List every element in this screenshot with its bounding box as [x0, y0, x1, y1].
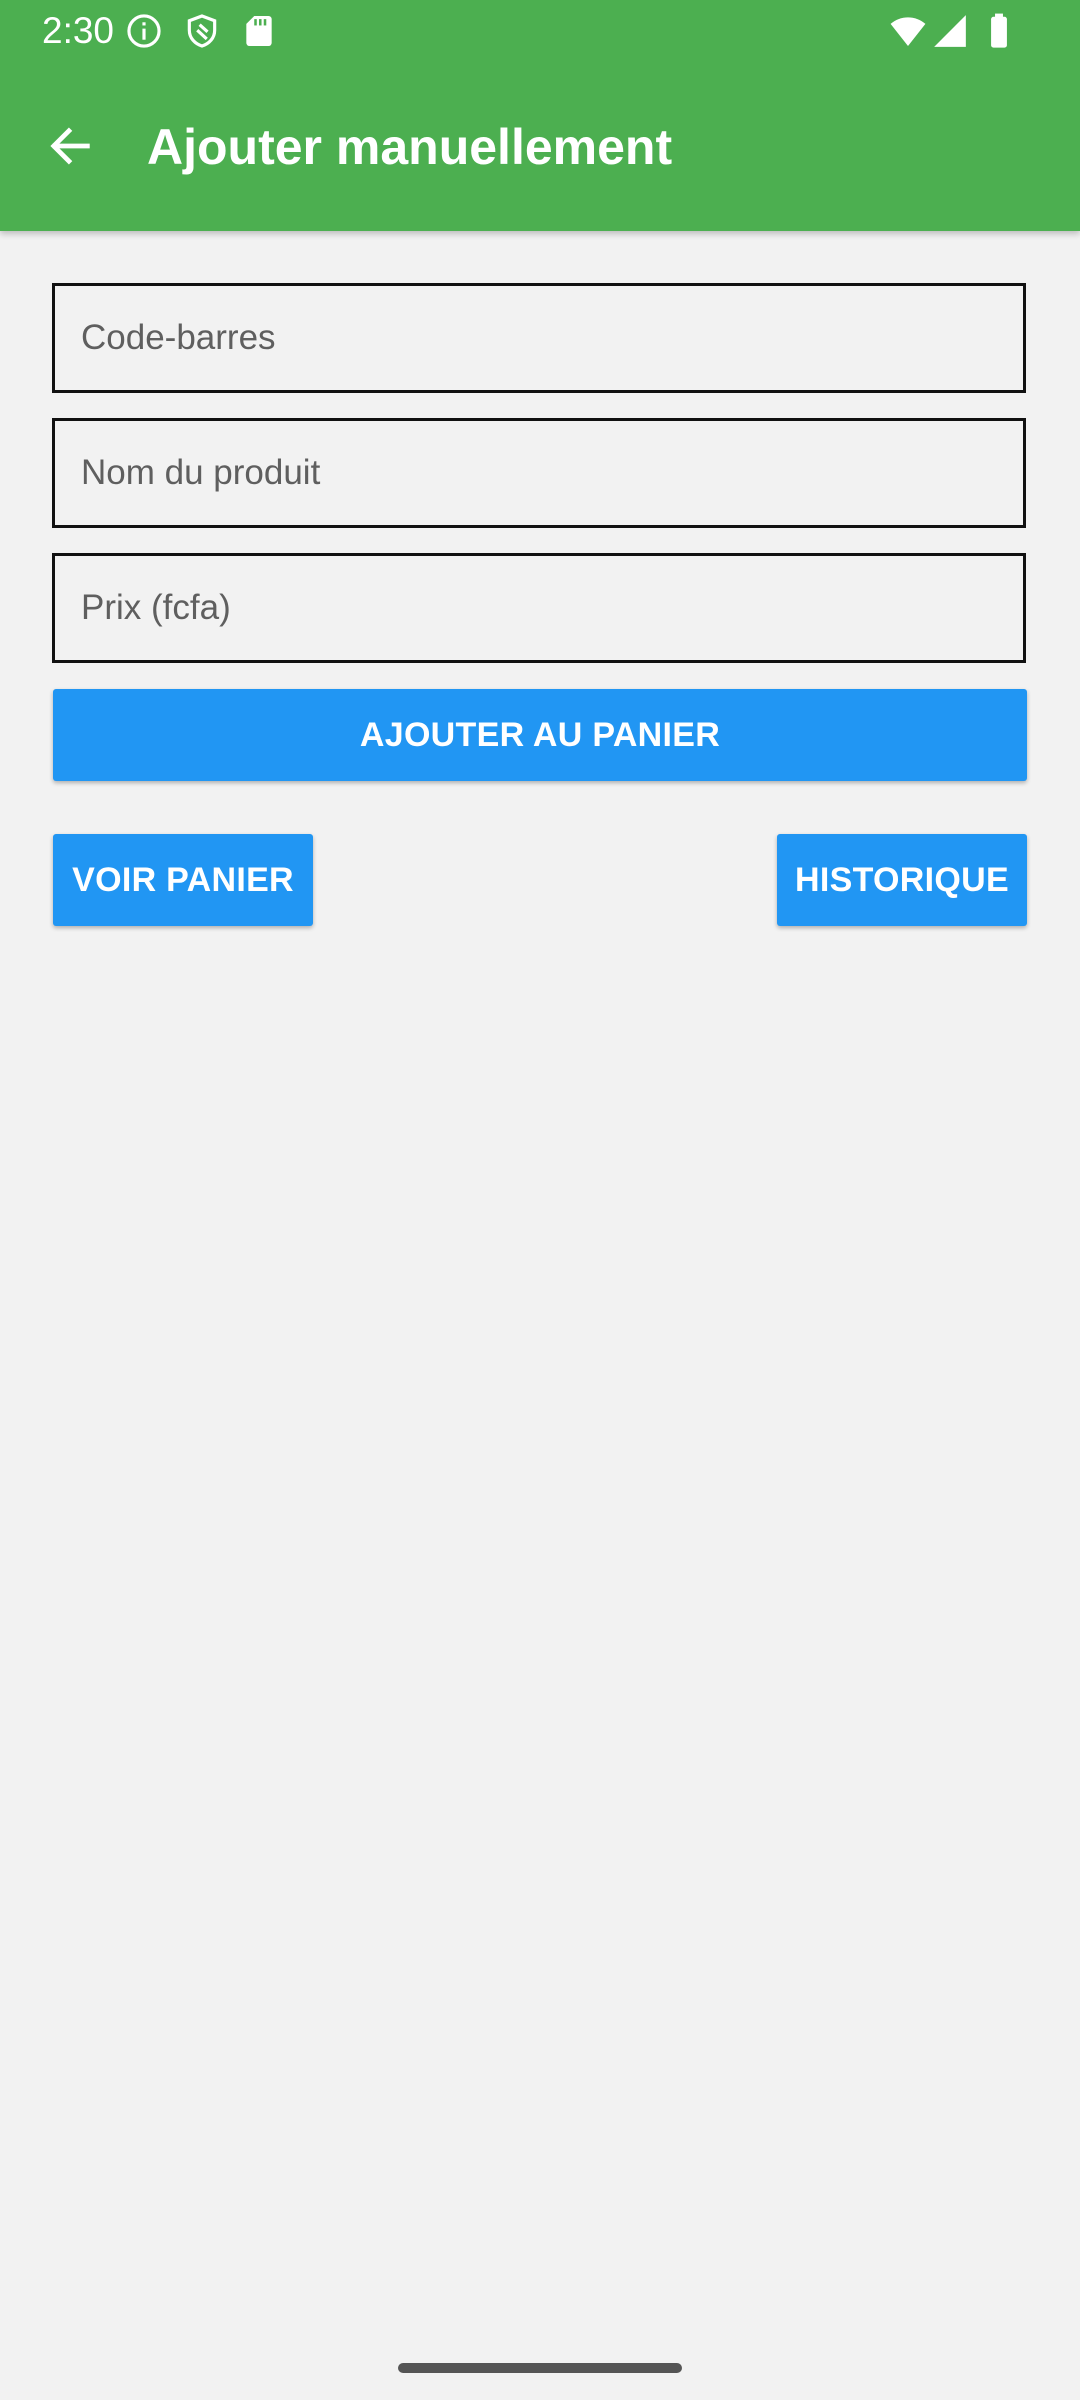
- page-title: Ajouter manuellement: [147, 119, 673, 175]
- back-button[interactable]: [36, 112, 104, 180]
- sd-card-icon: [240, 12, 278, 50]
- add-to-cart-button[interactable]: AJOUTER AU PANIER: [53, 689, 1027, 781]
- arrow-left-icon: [44, 120, 96, 172]
- price-input[interactable]: [52, 553, 1026, 663]
- status-bar: 2:30: [0, 0, 1080, 62]
- cell-signal-icon: [931, 12, 969, 50]
- product-name-input[interactable]: [52, 418, 1026, 528]
- battery-icon: [980, 12, 1018, 50]
- app-bar: 2:30 Ajouter manuellement: [0, 0, 1080, 231]
- info-icon: [125, 12, 163, 50]
- status-time: 2:30: [42, 10, 115, 51]
- gesture-nav-bar[interactable]: [398, 2363, 682, 2373]
- barcode-input[interactable]: [52, 283, 1026, 393]
- history-button[interactable]: HISTORIQUE: [777, 834, 1027, 926]
- view-cart-button[interactable]: VOIR PANIER: [53, 834, 313, 926]
- wifi-icon: [887, 12, 929, 50]
- shield-icon: [183, 12, 221, 50]
